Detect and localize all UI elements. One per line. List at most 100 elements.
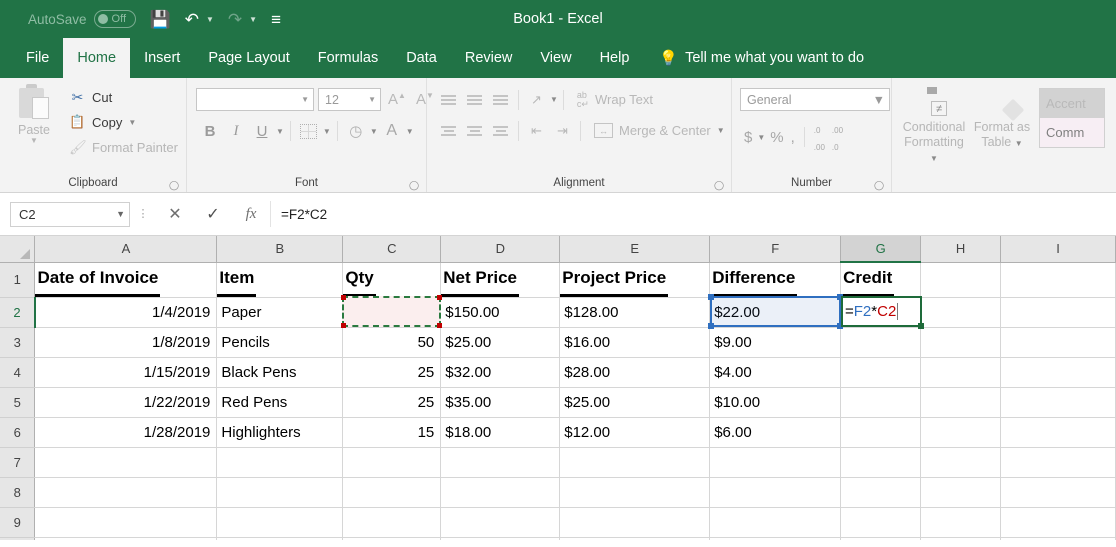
alignment-dialog-launcher-icon[interactable]: ◯: [714, 180, 724, 190]
underline-caret-icon[interactable]: ▼: [276, 127, 284, 136]
name-box[interactable]: C2 ▼: [10, 201, 130, 227]
cell-H3[interactable]: [920, 327, 1002, 358]
clipboard-dialog-launcher-icon[interactable]: ◯: [169, 180, 179, 190]
cell-I8[interactable]: [1000, 477, 1116, 508]
cell-F1[interactable]: Difference: [709, 262, 842, 298]
cell-I6[interactable]: [1000, 417, 1116, 448]
cell-F10[interactable]: [709, 537, 842, 540]
format-as-table-caret-icon[interactable]: ▼: [1015, 139, 1023, 148]
align-center-button[interactable]: [462, 119, 487, 142]
merge-center-button[interactable]: ↔ Merge & Center ▼: [594, 123, 725, 138]
cell-D10[interactable]: [440, 537, 561, 540]
cell-style-accent[interactable]: Accent: [1040, 89, 1104, 118]
cell-E9[interactable]: [559, 507, 711, 538]
fill-color-caret-icon[interactable]: ▼: [370, 127, 378, 136]
copy-button[interactable]: 📋 Copy ▼: [69, 111, 178, 133]
cell-A8[interactable]: [34, 477, 218, 508]
tab-file[interactable]: File: [12, 38, 63, 78]
cancel-formula-button[interactable]: ✕: [156, 201, 194, 227]
row-header-2[interactable]: 2: [0, 297, 36, 328]
cell-E1[interactable]: Project Price: [559, 262, 711, 298]
cell-A6[interactable]: 1/28/2019: [34, 417, 218, 448]
cell-A4[interactable]: 1/15/2019: [34, 357, 218, 388]
cell-D7[interactable]: [440, 447, 561, 478]
conditional-formatting-caret-icon[interactable]: ▼: [930, 154, 938, 163]
undo-dropdown-caret-icon[interactable]: ▼: [206, 15, 214, 24]
align-top-button[interactable]: [436, 88, 461, 111]
underline-button[interactable]: U: [250, 119, 274, 143]
cell-A1[interactable]: Date of Invoice: [34, 262, 218, 298]
cell-D9[interactable]: [440, 507, 561, 538]
cell-C10[interactable]: [342, 537, 442, 540]
cell-G4[interactable]: [840, 357, 922, 388]
cell-A5[interactable]: 1/22/2019: [34, 387, 218, 418]
cell-D5[interactable]: $35.00: [440, 387, 561, 418]
cell-B10[interactable]: [216, 537, 344, 540]
row-header-1[interactable]: 1: [0, 262, 36, 298]
percent-style-button[interactable]: %: [768, 129, 785, 146]
cell-B2[interactable]: Paper: [216, 297, 344, 328]
cell-E10[interactable]: [559, 537, 711, 540]
cell-B9[interactable]: [216, 507, 344, 538]
orientation-button[interactable]: ↗: [524, 88, 549, 111]
paste-dropdown-caret-icon[interactable]: ▼: [30, 136, 38, 145]
cell-G10[interactable]: [840, 537, 922, 540]
tell-me-search[interactable]: 💡 Tell me what you want to do: [643, 38, 864, 78]
cell-F4[interactable]: $4.00: [709, 357, 842, 388]
cell-I10[interactable]: [1000, 537, 1116, 540]
cell-B7[interactable]: [216, 447, 344, 478]
cell-I9[interactable]: [1000, 507, 1116, 538]
cell-C1[interactable]: Qty: [342, 262, 442, 298]
cell-E7[interactable]: [559, 447, 711, 478]
cell-F9[interactable]: [709, 507, 842, 538]
align-left-button[interactable]: [436, 119, 461, 142]
column-header-a[interactable]: A: [34, 236, 218, 263]
cell-B3[interactable]: Pencils: [216, 327, 344, 358]
cell-B5[interactable]: Red Pens: [216, 387, 344, 418]
cell-C7[interactable]: [342, 447, 442, 478]
cell-E4[interactable]: $28.00: [559, 357, 711, 388]
cell-H7[interactable]: [920, 447, 1002, 478]
decrease-decimal-button[interactable]: .00.0: [830, 120, 845, 154]
align-bottom-button[interactable]: [488, 88, 513, 111]
accounting-caret-icon[interactable]: ▼: [757, 133, 765, 142]
cell-C4[interactable]: 25: [342, 357, 442, 388]
cell-F7[interactable]: [709, 447, 842, 478]
tab-insert[interactable]: Insert: [130, 38, 194, 78]
cell-B8[interactable]: [216, 477, 344, 508]
row-header-10[interactable]: 10: [0, 537, 36, 540]
cell-I7[interactable]: [1000, 447, 1116, 478]
cell-F8[interactable]: [709, 477, 842, 508]
cell-F2[interactable]: $22.00: [709, 297, 842, 328]
tab-view[interactable]: View: [526, 38, 585, 78]
cell-H4[interactable]: [920, 357, 1002, 388]
number-format-caret-icon[interactable]: ▼: [873, 93, 885, 107]
cell-style-comma[interactable]: Comm: [1040, 118, 1104, 147]
save-icon[interactable]: 💾: [150, 11, 171, 28]
italic-button[interactable]: I: [224, 119, 248, 143]
cell-A2[interactable]: 1/4/2019: [34, 297, 218, 328]
redo-dropdown-caret-icon[interactable]: ▼: [249, 15, 257, 24]
comma-style-button[interactable]: ,: [789, 129, 797, 146]
cell-I1[interactable]: [1000, 262, 1116, 298]
column-header-h[interactable]: H: [920, 236, 1002, 263]
format-painter-button[interactable]: 🖌 Format Painter: [69, 136, 178, 158]
select-all-corner[interactable]: [0, 236, 36, 263]
cell-E3[interactable]: $16.00: [559, 327, 711, 358]
cell-C5[interactable]: 25: [342, 387, 442, 418]
cell-E2[interactable]: $128.00: [559, 297, 711, 328]
autosave-switch[interactable]: Off: [93, 10, 136, 28]
decrease-indent-button[interactable]: ⇤: [524, 119, 549, 142]
cell-C3[interactable]: 50: [342, 327, 442, 358]
cell-E6[interactable]: $12.00: [559, 417, 711, 448]
bold-button[interactable]: B: [198, 119, 222, 143]
row-header-7[interactable]: 7: [0, 447, 36, 478]
cell-B1[interactable]: Item: [216, 262, 344, 298]
cell-A7[interactable]: [34, 447, 218, 478]
cell-H10[interactable]: [920, 537, 1002, 540]
row-header-8[interactable]: 8: [0, 477, 36, 508]
cell-D2[interactable]: $150.00: [440, 297, 561, 328]
increase-decimal-button[interactable]: .0.00: [812, 120, 827, 154]
cell-C6[interactable]: 15: [342, 417, 442, 448]
cell-A3[interactable]: 1/8/2019: [34, 327, 218, 358]
